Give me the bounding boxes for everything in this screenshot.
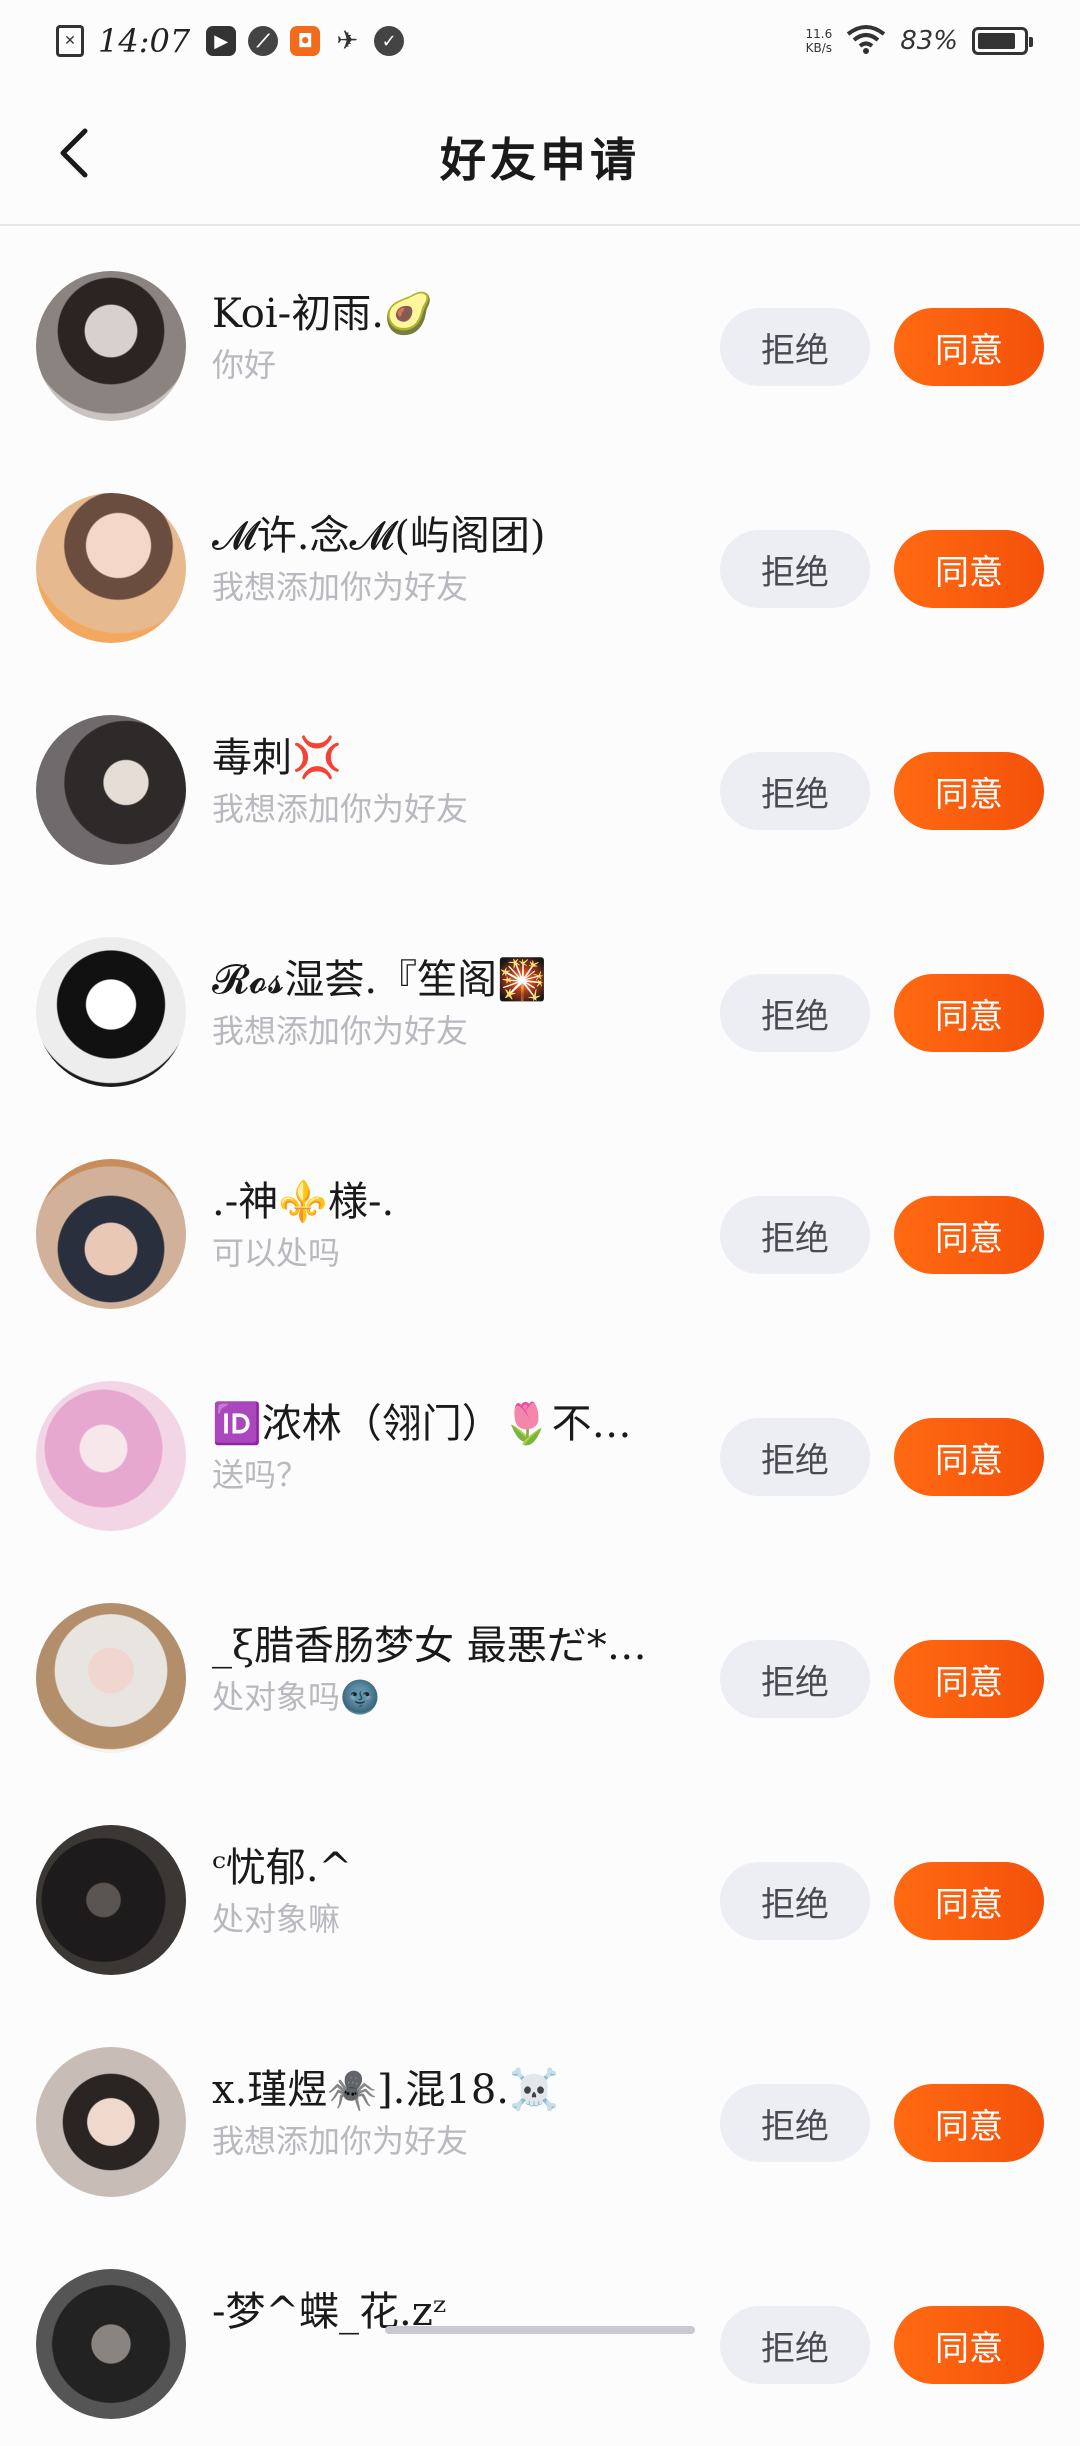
request-info: .-神⚜️様-. 可以处吗 [212,1176,682,1276]
accept-button[interactable]: 同意 [894,974,1044,1052]
nickname: x.瑾煜🕷️].混18.☠️ [212,2067,559,2113]
accept-button[interactable]: 同意 [894,2084,1044,2162]
reject-button[interactable]: 拒绝 [720,974,870,1052]
notification-x-icon: ✕ [56,25,84,57]
request-info: ᶜ忧郁.^ 处对象嘛 [212,1842,682,1942]
accept-button[interactable]: 同意 [894,1640,1044,1718]
link-app-icon: ⟋ [248,26,279,56]
reject-button[interactable]: 拒绝 [720,1196,870,1274]
request-message: 送吗？ [212,1456,309,1494]
status-right: 11.6 KB/s 83% [805,24,1033,58]
list-item: Koi-初雨.🥑 你好 拒绝 同意 [0,226,1080,448]
avatar[interactable] [36,493,186,643]
request-info: _ξ腊香肠梦女 最悪だ*… 处对象吗🌚 [212,1620,682,1720]
list-item: .-神⚜️様-. 可以处吗 拒绝 同意 [0,1114,1080,1336]
airplane-icon: ✈ [336,26,359,56]
nickname: .-神⚜️様-. [212,1179,395,1225]
network-speed-value: 11.6 [805,27,833,41]
nickname: 毒刺💢 [212,735,342,781]
request-message: 我想添加你为好友 [212,790,469,828]
avatar[interactable] [36,1603,186,1753]
list-item: ᶜ忧郁.^ 处对象嘛 拒绝 同意 [0,1780,1080,2002]
request-info: Koi-初雨.🥑 你好 [212,288,682,388]
list-item: 𝓜许.念𝓜(屿阁团) 我想添加你为好友 拒绝 同意 [0,448,1080,670]
nickname: 𝓜许.念𝓜(屿阁团) [212,513,546,559]
avatar[interactable] [36,271,186,421]
request-info: 𝓡𝓸𝓼湿荟.『笙阁🎇 我想添加你为好友 [212,954,682,1054]
reject-button[interactable]: 拒绝 [720,1418,870,1496]
status-time: 14:07 [98,22,191,60]
nickname: Koi-初雨.🥑 [212,291,434,337]
reject-button[interactable]: 拒绝 [720,530,870,608]
list-item: 𝓡𝓸𝓼湿荟.『笙阁🎇 我想添加你为好友 拒绝 同意 [0,892,1080,1114]
avatar[interactable] [36,2269,186,2419]
nav-bar: 好友申请 [0,82,1080,226]
check-circle-icon: ✓ [374,26,405,56]
shop-app-icon: ◘ [290,26,321,56]
request-info: 𝓜许.念𝓜(屿阁团) 我想添加你为好友 [212,510,682,610]
list-item: -梦^蝶_花.zᶻ 拒绝 同意 [0,2224,1080,2446]
avatar[interactable] [36,1159,186,1309]
request-message: 处对象嘛 [212,1900,341,1938]
nickname: 𝓡𝓸𝓼湿荟.『笙阁🎇 [212,957,547,1003]
accept-button[interactable]: 同意 [894,752,1044,830]
list-item: _ξ腊香肠梦女 最悪だ*… 处对象吗🌚 拒绝 同意 [0,1558,1080,1780]
nickname: _ξ腊香肠梦女 最悪だ*… [212,1623,647,1669]
accept-button[interactable]: 同意 [894,308,1044,386]
list-item: x.瑾煜🕷️].混18.☠️ 我想添加你为好友 拒绝 同意 [0,2002,1080,2224]
network-speed: 11.6 KB/s [805,27,832,55]
avatar[interactable] [36,1825,186,1975]
reject-button[interactable]: 拒绝 [720,2306,870,2384]
request-info: 🆔浓林（翎门）🌷不… 送吗？ [212,1398,682,1498]
list-item: 毒刺💢 我想添加你为好友 拒绝 同意 [0,670,1080,892]
accept-button[interactable]: 同意 [894,530,1044,608]
nickname: 🆔浓林（翎门）🌷不… [212,1401,632,1447]
request-message: 处对象吗🌚 [212,1678,380,1716]
status-left: ✕ 14:07 ▶ ⟋ ◘ ✈ ✓ [56,22,405,60]
request-message: 我想添加你为好友 [212,568,469,606]
reject-button[interactable]: 拒绝 [720,1640,870,1718]
status-bar: ✕ 14:07 ▶ ⟋ ◘ ✈ ✓ 11.6 KB/s 83% [0,0,1080,82]
wifi-icon [846,24,886,58]
request-info: 毒刺💢 我想添加你为好友 [212,732,682,832]
battery-percent: 83% [900,26,958,56]
friend-request-list: Koi-初雨.🥑 你好 拒绝 同意 𝓜许.念𝓜(屿阁团) 我想添加你为好友 拒绝… [0,226,1080,2446]
list-item: 🆔浓林（翎门）🌷不… 送吗？ 拒绝 同意 [0,1336,1080,1558]
network-speed-unit: KB/s [805,41,833,55]
reject-button[interactable]: 拒绝 [720,1862,870,1940]
reject-button[interactable]: 拒绝 [720,308,870,386]
home-indicator[interactable] [385,2326,695,2334]
accept-button[interactable]: 同意 [894,1418,1044,1496]
avatar[interactable] [36,1381,186,1531]
battery-icon [972,27,1033,55]
page-title: 好友申请 [440,133,640,187]
request-message: 可以处吗 [212,1234,341,1272]
avatar[interactable] [36,715,186,865]
reject-button[interactable]: 拒绝 [720,752,870,830]
request-info: x.瑾煜🕷️].混18.☠️ 我想添加你为好友 [212,2064,682,2164]
nickname: ᶜ忧郁.^ [212,1845,353,1891]
request-message: 我想添加你为好友 [212,2122,469,2160]
accept-button[interactable]: 同意 [894,1196,1044,1274]
avatar[interactable] [36,2047,186,2197]
avatar[interactable] [36,937,186,1087]
accept-button[interactable]: 同意 [894,2306,1044,2384]
accept-button[interactable]: 同意 [894,1862,1044,1940]
battery-level [978,33,1015,49]
video-app-icon: ▶ [206,26,237,56]
reject-button[interactable]: 拒绝 [720,2084,870,2162]
request-message: 我想添加你为好友 [212,1012,469,1050]
request-message: 你好 [212,346,277,384]
